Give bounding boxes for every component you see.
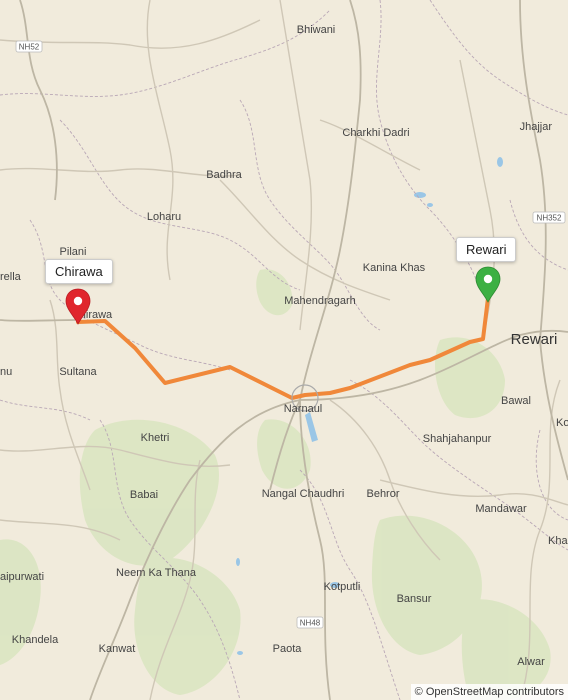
label-rella: rella bbox=[0, 271, 22, 283]
label-khetri: Khetri bbox=[141, 432, 170, 444]
label-bawal: Bawal bbox=[501, 395, 531, 407]
label-aipurwati: aipurwati bbox=[0, 571, 44, 583]
label-shahjahanpur: Shahjahanpur bbox=[423, 433, 492, 445]
label-ko: Ko bbox=[556, 417, 568, 429]
label-nu: nu bbox=[0, 366, 12, 378]
label-badhra: Badhra bbox=[206, 169, 242, 181]
label-rewari-city: Rewari bbox=[511, 331, 558, 348]
label-alwar: Alwar bbox=[517, 656, 545, 668]
label-kotputli: Kotputli bbox=[324, 581, 361, 593]
label-kanina-khas: Kanina Khas bbox=[363, 262, 426, 274]
road-shield-nh48: NH48 bbox=[296, 616, 324, 629]
label-mandawar: Mandawar bbox=[475, 503, 527, 515]
label-neem-ka-thana: Neem Ka Thana bbox=[116, 567, 197, 579]
label-loharu: Loharu bbox=[147, 211, 181, 223]
road-shield-nh52: NH52 bbox=[15, 40, 43, 53]
svg-text:NH48: NH48 bbox=[300, 619, 321, 628]
svg-text:NH352: NH352 bbox=[537, 214, 562, 223]
label-narnaul: Narnaul bbox=[284, 403, 323, 415]
label-pilani: Pilani bbox=[60, 246, 87, 258]
label-behror: Behror bbox=[366, 488, 399, 500]
map-canvas[interactable]: NH52 NH352 NH48 Bhiwani Jhajjar Charkhi … bbox=[0, 0, 568, 700]
end-popup-label: Rewari bbox=[456, 237, 517, 262]
svg-text:NH52: NH52 bbox=[19, 43, 40, 52]
label-sultana: Sultana bbox=[59, 366, 97, 378]
label-khairthal: Khairthal bbox=[548, 535, 568, 547]
label-bhiwani: Bhiwani bbox=[297, 24, 336, 36]
label-paota: Paota bbox=[273, 643, 303, 655]
label-charkhi-dadri: Charkhi Dadri bbox=[342, 127, 409, 139]
label-mahendragarh: Mahendragarh bbox=[284, 295, 356, 307]
road-shield-nh352: NH352 bbox=[532, 211, 566, 224]
label-nangal-chaudhri: Nangal Chaudhri bbox=[262, 488, 345, 500]
label-kanwat: Kanwat bbox=[99, 643, 136, 655]
map-attribution[interactable]: © OpenStreetMap contributors bbox=[410, 684, 568, 700]
start-popup-label: Chirawa bbox=[45, 259, 113, 284]
label-khandela: Khandela bbox=[12, 634, 59, 646]
label-jhajjar: Jhajjar bbox=[520, 121, 553, 133]
label-babai: Babai bbox=[130, 489, 158, 501]
label-bansur: Bansur bbox=[397, 593, 432, 605]
